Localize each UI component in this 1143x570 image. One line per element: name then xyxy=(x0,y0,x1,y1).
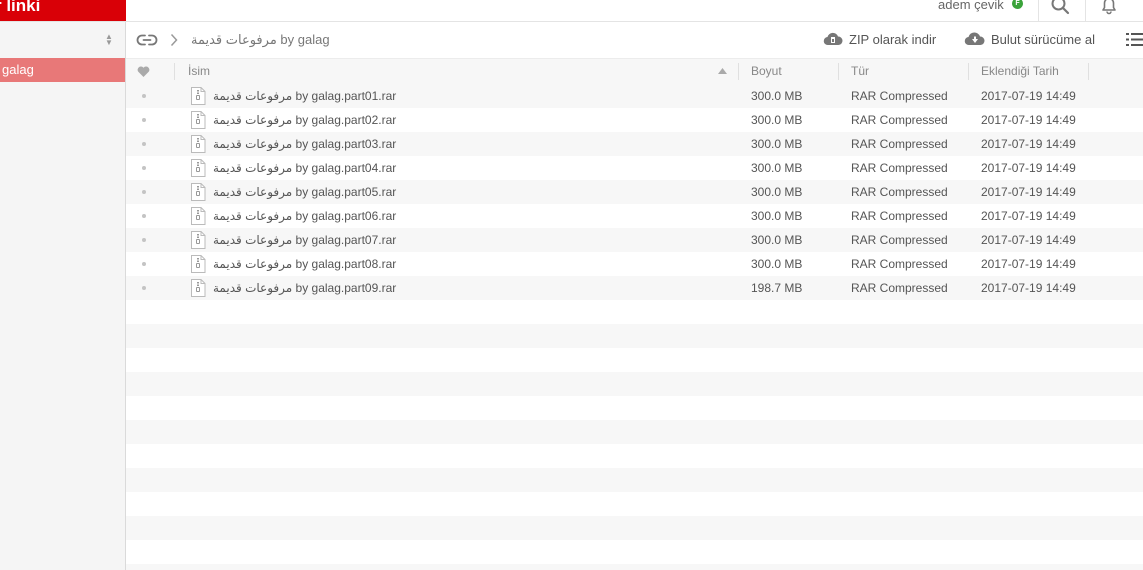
favorite-toggle[interactable] xyxy=(142,238,146,242)
archive-file-icon xyxy=(191,135,206,153)
file-type: RAR Compressed xyxy=(851,233,948,247)
archive-file-icon xyxy=(191,159,206,177)
top-bar: r linki adem çevik F xyxy=(0,0,1143,22)
file-date: 2017-07-19 14:49 xyxy=(981,281,1076,295)
file-type: RAR Compressed xyxy=(851,185,948,199)
file-date: 2017-07-19 14:49 xyxy=(981,89,1076,103)
chevron-right-icon xyxy=(170,33,178,47)
favorite-toggle[interactable] xyxy=(142,142,146,146)
column-header-type[interactable]: Tür xyxy=(851,59,869,84)
sort-toggle-icon[interactable]: ▲ ▼ xyxy=(105,33,113,47)
column-header-name[interactable]: İsim xyxy=(188,59,210,84)
file-size: 198.7 MB xyxy=(751,281,803,295)
archive-file-icon xyxy=(191,183,206,201)
file-list: مرفوعات قديمة by galag.part01.rar 300.0 M… xyxy=(126,84,1143,300)
zip-download-icon[interactable] xyxy=(823,31,843,47)
favorite-toggle[interactable] xyxy=(142,166,146,170)
file-size: 300.0 MB xyxy=(751,137,803,151)
file-date: 2017-07-19 14:49 xyxy=(981,137,1076,151)
table-row[interactable]: مرفوعات قديمة by galag.part02.rar 300.0 M… xyxy=(126,108,1143,132)
sort-ascending-icon[interactable] xyxy=(718,68,727,74)
archive-file-icon xyxy=(191,255,206,273)
file-size: 300.0 MB xyxy=(751,161,803,175)
file-type: RAR Compressed xyxy=(851,209,948,223)
link-icon[interactable] xyxy=(136,32,158,48)
archive-file-icon xyxy=(191,231,206,249)
file-name[interactable]: مرفوعات قديمة by galag.part01.rar xyxy=(213,84,396,108)
file-name[interactable]: مرفوعات قديمة by galag.part06.rar xyxy=(213,204,396,228)
file-type: RAR Compressed xyxy=(851,281,948,295)
top-divider xyxy=(1085,0,1086,21)
empty-list-area xyxy=(126,300,1143,570)
table-row[interactable]: مرفوعات قديمة by galag.part06.rar 300.0 M… xyxy=(126,204,1143,228)
list-view-icon[interactable] xyxy=(1126,32,1143,47)
favorite-toggle[interactable] xyxy=(142,118,146,122)
column-divider xyxy=(738,63,739,80)
archive-file-icon xyxy=(191,279,206,297)
brand-label: r linki xyxy=(0,0,41,15)
file-name[interactable]: مرفوعات قديمة by galag.part05.rar xyxy=(213,180,396,204)
table-row[interactable]: مرفوعات قديمة by galag.part04.rar 300.0 M… xyxy=(126,156,1143,180)
brand-banner[interactable]: r linki xyxy=(0,0,126,21)
column-header-date[interactable]: Eklendiği Tarih xyxy=(981,59,1059,84)
user-name[interactable]: adem çevik xyxy=(938,0,1004,12)
zip-download-button[interactable]: ZIP olarak indir xyxy=(849,32,936,47)
file-size: 300.0 MB xyxy=(751,113,803,127)
file-name[interactable]: مرفوعات قديمة by galag.part03.rar xyxy=(213,132,396,156)
bell-icon[interactable] xyxy=(1099,0,1119,15)
file-type: RAR Compressed xyxy=(851,137,948,151)
archive-file-icon xyxy=(191,111,206,129)
file-size: 300.0 MB xyxy=(751,185,803,199)
file-name[interactable]: مرفوعات قديمة by galag.part04.rar xyxy=(213,156,396,180)
file-date: 2017-07-19 14:49 xyxy=(981,233,1076,247)
favorite-toggle[interactable] xyxy=(142,190,146,194)
archive-file-icon xyxy=(191,207,206,225)
file-size: 300.0 MB xyxy=(751,209,803,223)
file-date: 2017-07-19 14:49 xyxy=(981,209,1076,223)
file-size: 300.0 MB xyxy=(751,89,803,103)
column-divider xyxy=(838,63,839,80)
sidebar: ▲ ▼ galag xyxy=(0,22,126,570)
user-status-badge: F xyxy=(1012,0,1023,9)
table-row[interactable]: مرفوعات قديمة by galag.part08.rar 300.0 M… xyxy=(126,252,1143,276)
top-divider xyxy=(1038,0,1039,21)
column-divider xyxy=(968,63,969,80)
file-type: RAR Compressed xyxy=(851,113,948,127)
breadcrumb[interactable]: مرفوعات قديمة by galag xyxy=(191,32,330,48)
column-divider xyxy=(1088,63,1089,80)
file-name[interactable]: مرفوعات قديمة by galag.part07.rar xyxy=(213,228,396,252)
file-name[interactable]: مرفوعات قديمة by galag.part08.rar xyxy=(213,252,396,276)
file-type: RAR Compressed xyxy=(851,89,948,103)
table-row[interactable]: مرفوعات قديمة by galag.part09.rar 198.7 M… xyxy=(126,276,1143,300)
cloud-download-icon[interactable] xyxy=(964,31,986,47)
file-date: 2017-07-19 14:49 xyxy=(981,113,1076,127)
table-row[interactable]: مرفوعات قديمة by galag.part07.rar 300.0 M… xyxy=(126,228,1143,252)
table-row[interactable]: مرفوعات قديمة by galag.part01.rar 300.0 M… xyxy=(126,84,1143,108)
heart-icon[interactable] xyxy=(137,66,150,78)
save-to-cloud-button[interactable]: Bulut sürücüme al xyxy=(991,32,1095,47)
path-bar: مرفوعات قديمة by galag ZIP olarak indir … xyxy=(126,22,1143,58)
favorite-toggle[interactable] xyxy=(142,286,146,290)
file-type: RAR Compressed xyxy=(851,161,948,175)
table-row[interactable]: مرفوعات قديمة by galag.part03.rar 300.0 M… xyxy=(126,132,1143,156)
file-size: 300.0 MB xyxy=(751,233,803,247)
sidebar-item-label: galag xyxy=(2,62,34,77)
file-name[interactable]: مرفوعات قديمة by galag.part09.rar xyxy=(213,276,396,300)
file-date: 2017-07-19 14:49 xyxy=(981,257,1076,271)
search-icon[interactable] xyxy=(1050,0,1070,15)
file-date: 2017-07-19 14:49 xyxy=(981,161,1076,175)
favorite-toggle[interactable] xyxy=(142,262,146,266)
archive-file-icon xyxy=(191,87,206,105)
table-header: İsim Boyut Tür Eklendiği Tarih xyxy=(126,58,1143,85)
favorite-toggle[interactable] xyxy=(142,94,146,98)
favorite-toggle[interactable] xyxy=(142,214,146,218)
file-size: 300.0 MB xyxy=(751,257,803,271)
table-row[interactable]: مرفوعات قديمة by galag.part05.rar 300.0 M… xyxy=(126,180,1143,204)
column-header-size[interactable]: Boyut xyxy=(751,59,782,84)
column-divider xyxy=(174,63,175,80)
sidebar-item-galag[interactable]: galag xyxy=(0,58,125,82)
file-name[interactable]: مرفوعات قديمة by galag.part02.rar xyxy=(213,108,396,132)
file-date: 2017-07-19 14:49 xyxy=(981,185,1076,199)
file-type: RAR Compressed xyxy=(851,257,948,271)
